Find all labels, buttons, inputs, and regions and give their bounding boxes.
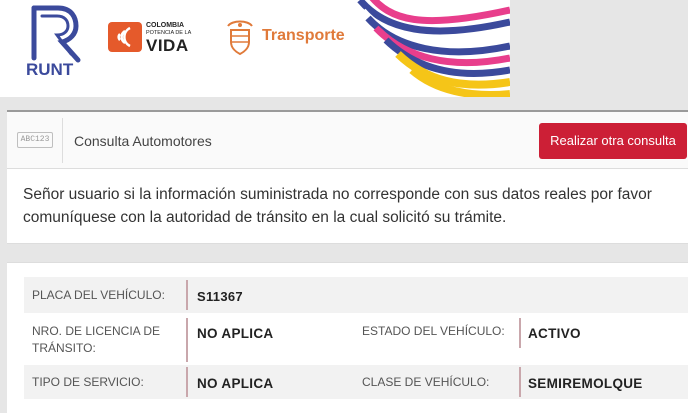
transporte-label: Transporte bbox=[262, 27, 345, 44]
servicio-value: NO APLICA bbox=[197, 376, 274, 391]
estado-label: ESTADO DEL VEHÍCULO: bbox=[362, 324, 505, 338]
placa-row: PLACA DEL VEHÍCULO: S11367 bbox=[24, 277, 688, 313]
colombia-potencia-logo: COLOMBIA POTENCIA DE LA VIDA bbox=[108, 20, 218, 56]
clase-label: CLASE DE VEHÍCULO: bbox=[362, 375, 490, 389]
licencia-value: NO APLICA bbox=[197, 326, 274, 341]
page-title: Consulta Automotores bbox=[74, 133, 212, 149]
notice-text: Señor usuario si la información suminist… bbox=[23, 186, 652, 226]
new-query-button[interactable]: Realizar otra consulta bbox=[539, 123, 687, 159]
licencia-estado-row: NRO. DE LICENCIA DE TRÁNSITO: NO APLICA … bbox=[24, 315, 688, 365]
colombia-label: COLOMBIA bbox=[146, 22, 185, 29]
decorative-waves-graphic bbox=[350, 0, 510, 97]
header-banner: RUNT COLOMBIA POTENCIA DE LA VIDA Transp… bbox=[0, 0, 510, 97]
licencia-label-line1: NRO. DE LICENCIA DE bbox=[32, 324, 161, 338]
field-divider bbox=[519, 318, 521, 348]
colombia-flag-icon bbox=[108, 22, 142, 52]
clase-value: SEMIREMOLQUE bbox=[528, 376, 643, 391]
servicio-label: TIPO DE SERVICIO: bbox=[32, 375, 144, 389]
user-notice: Señor usuario si la información suminist… bbox=[7, 169, 688, 244]
transporte-logo: Transporte bbox=[224, 18, 354, 58]
estado-value: ACTIVO bbox=[528, 326, 581, 341]
consulta-header: ABC123 Consulta Automotores Realizar otr… bbox=[7, 110, 688, 169]
field-divider bbox=[186, 318, 188, 362]
vida-label: VIDA bbox=[146, 36, 189, 55]
servicio-clase-row: TIPO DE SERVICIO: NO APLICA CLASE DE VEH… bbox=[24, 365, 688, 399]
header-divider bbox=[62, 118, 63, 163]
runt-label: RUNT bbox=[26, 60, 74, 79]
license-plate-icon: ABC123 bbox=[17, 132, 53, 148]
licencia-label-line2: TRÁNSITO: bbox=[32, 341, 96, 355]
coat-of-arms-icon bbox=[227, 20, 253, 56]
field-divider bbox=[519, 367, 521, 397]
placa-value: S11367 bbox=[197, 289, 243, 304]
placa-label: PLACA DEL VEHÍCULO: bbox=[32, 288, 165, 302]
field-divider bbox=[186, 367, 188, 397]
vehicle-info-panel: PLACA DEL VEHÍCULO: S11367 NRO. DE LICEN… bbox=[7, 262, 688, 413]
field-divider bbox=[186, 280, 188, 310]
